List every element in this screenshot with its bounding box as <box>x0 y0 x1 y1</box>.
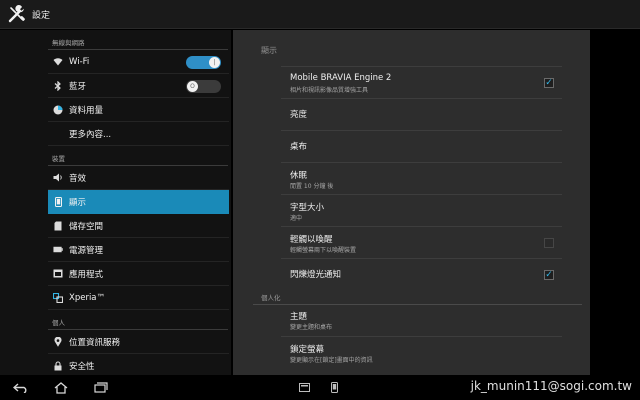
sidebar-item-apps[interactable]: 應用程式 <box>48 262 229 286</box>
storage-icon <box>53 221 63 231</box>
action-bar: 設定 <box>0 0 640 29</box>
location-pin-icon <box>53 336 63 347</box>
sidebar-item-sound[interactable]: 音效 <box>48 166 229 190</box>
sidebar-item-storage[interactable]: 儲存空間 <box>48 214 229 238</box>
bravia-checkbox[interactable]: ✓ <box>544 78 554 88</box>
pref-title: Mobile BRAVIA Engine 2 <box>290 73 392 83</box>
notification-light-checkbox[interactable]: ✓ <box>544 270 554 280</box>
sidebar-item-label: 藍牙 <box>69 81 87 92</box>
pref-title: 閃爍燈光通知 <box>290 270 342 280</box>
sidebar-item-label: 位置資訊服務 <box>69 337 121 348</box>
pref-title: 桌布 <box>290 142 308 152</box>
section-header-personal: 個人 <box>0 310 231 330</box>
pref-summary: 相片和視訊影像品質增強工具 <box>290 87 369 94</box>
sidebar-item-bluetooth[interactable]: 藍牙 O <box>48 74 229 98</box>
display-settings-panel: 顯示 Mobile BRAVIA Engine 2 相片和視訊影像品質增強工具 … <box>233 30 590 375</box>
sidebar-item-label: 顯示 <box>69 197 87 208</box>
pref-bravia-engine[interactable]: Mobile BRAVIA Engine 2 相片和視訊影像品質增強工具 ✓ <box>281 66 562 98</box>
pref-notification-light[interactable]: 閃爍燈光通知 ✓ <box>281 258 562 290</box>
sidebar-item-display[interactable]: 顯示 <box>48 190 229 214</box>
pref-brightness[interactable]: 亮度 <box>281 98 562 130</box>
wifi-icon <box>53 57 63 67</box>
sidebar-item-label: 音效 <box>69 173 87 184</box>
battery-icon <box>53 245 63 255</box>
pref-summary: 變更主題和桌布 <box>290 324 333 331</box>
pref-summary: 適中 <box>290 215 303 222</box>
pref-summary: 變更顯示在[鎖定]畫面中的資訊 <box>290 357 373 364</box>
pref-sleep[interactable]: 休眠 閒置 10 分鐘 後 <box>281 162 562 194</box>
sidebar-item-label: Xperia™ <box>69 292 106 303</box>
sidebar-item-label: 應用程式 <box>69 269 104 280</box>
pref-summary: 輕觸螢幕兩下以喚醒裝置 <box>290 247 357 254</box>
recent-apps-icon[interactable] <box>92 380 110 395</box>
category-personalization: 個人化 <box>233 290 590 305</box>
display-icon <box>53 196 63 207</box>
sidebar-item-label: 更多內容... <box>69 129 112 140</box>
sidebar-item-label: 儲存空間 <box>69 221 104 232</box>
sidebar-item-label: Wi-Fi <box>69 56 90 67</box>
pref-title: 字型大小 <box>290 203 325 213</box>
sidebar-item-security[interactable]: 安全性 <box>48 354 229 375</box>
pref-tap-to-wake[interactable]: 輕觸以喚醒 輕觸螢幕兩下以喚醒裝置 <box>281 226 562 258</box>
sidebar-item-xperia[interactable]: Xperia™ <box>48 286 229 310</box>
pref-title: 主題 <box>290 312 308 322</box>
system-nav-bar: jk_munin111@sogi.com.tw <box>0 375 640 400</box>
toggle-knob: O <box>187 81 198 92</box>
speaker-icon <box>53 173 63 183</box>
bluetooth-icon <box>53 80 63 91</box>
section-header-wireless: 無線與網路 <box>0 30 231 50</box>
sidebar-item-label: 電源管理 <box>69 245 104 256</box>
sidebar-item-location[interactable]: 位置資訊服務 <box>48 330 229 354</box>
toggle-knob: | <box>209 57 220 68</box>
pref-theme[interactable]: 主題 變更主題和桌布 <box>281 304 562 336</box>
sidebar-item-wifi[interactable]: Wi-Fi | <box>48 50 229 74</box>
apps-icon <box>53 269 63 279</box>
pref-wallpaper[interactable]: 桌布 <box>281 130 562 162</box>
pref-title: 休眠 <box>290 171 308 181</box>
phone-icon[interactable] <box>328 381 340 393</box>
lock-icon <box>53 360 63 371</box>
main-content: 顯示 Mobile BRAVIA Engine 2 相片和視訊影像品質增強工具 … <box>231 30 640 375</box>
sidebar-item-label: 安全性 <box>69 361 95 372</box>
panel-header: 顯示 <box>261 46 277 55</box>
pref-font-size[interactable]: 字型大小 適中 <box>281 194 562 226</box>
pref-summary: 閒置 10 分鐘 後 <box>290 183 334 190</box>
small-apps-icon[interactable] <box>298 381 310 393</box>
pref-lock-screen[interactable]: 鎖定螢幕 變更顯示在[鎖定]畫面中的資訊 <box>281 336 562 368</box>
settings-sidebar: 無線與網路 Wi-Fi | 藍牙 O 資料用量 更多內容... 裝置 音效 顯示 <box>0 30 231 375</box>
home-icon[interactable] <box>52 380 70 395</box>
wifi-toggle[interactable]: | <box>186 56 221 69</box>
settings-tools-icon[interactable] <box>6 3 28 25</box>
xperia-icon <box>53 292 63 303</box>
pref-title: 鎖定螢幕 <box>290 345 325 355</box>
page-title: 設定 <box>32 10 51 21</box>
watermark: jk_munin111@sogi.com.tw <box>470 379 632 393</box>
bluetooth-toggle[interactable]: O <box>186 80 221 93</box>
tap-to-wake-checkbox[interactable] <box>544 238 554 248</box>
back-icon[interactable] <box>12 380 30 395</box>
pref-title: 輕觸以喚醒 <box>290 235 333 245</box>
section-header-device: 裝置 <box>0 146 231 166</box>
sidebar-item-label: 資料用量 <box>69 105 104 116</box>
sidebar-item-more[interactable]: 更多內容... <box>48 122 229 146</box>
data-usage-icon <box>53 105 63 115</box>
sidebar-item-power[interactable]: 電源管理 <box>48 238 229 262</box>
pref-title: 亮度 <box>290 110 308 120</box>
sidebar-item-data-usage[interactable]: 資料用量 <box>48 98 229 122</box>
